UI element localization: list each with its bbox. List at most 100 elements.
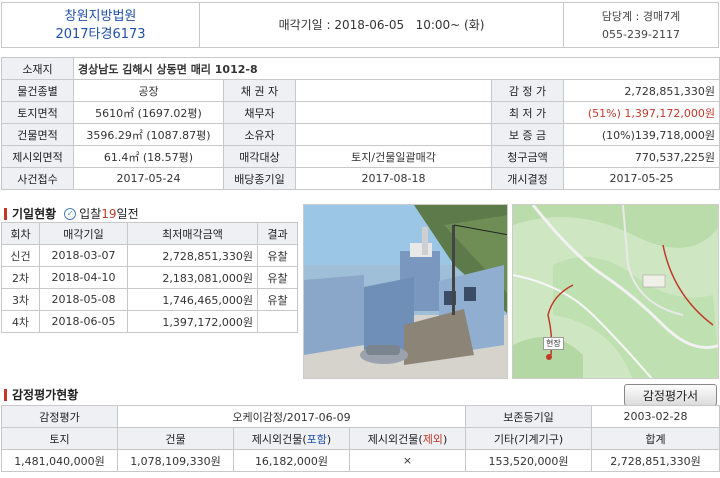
value-deposit: (10%)139,718,000원	[563, 123, 720, 146]
cell-result: 유찰	[257, 266, 298, 289]
address-label: 소재지	[1, 57, 74, 80]
cell-price: 1,397,172,000원	[127, 310, 258, 333]
extra-inc-word: 포함	[306, 432, 327, 446]
auction-history-table: 회차 매각기일 최저매각금액 결과 신건 2018-03-07 2,728,85…	[1, 222, 298, 333]
info-row: 건물면적 3596.29㎡ (1087.87평) 소유자 보 증 금 (10%)…	[1, 123, 720, 146]
value-land: 1,481,040,000원	[1, 449, 118, 472]
map-pin-label: 현장	[543, 337, 564, 350]
extra-inc-prefix: 제시외건물(	[251, 432, 307, 446]
header-extra-excluded: 제시외건물(제외)	[348, 427, 467, 450]
header-other: 기타(기계기구)	[465, 427, 593, 450]
value-appraiser: 오케이감정/2017-06-09	[116, 405, 467, 428]
cell-price: 1,746,465,000원	[127, 288, 258, 311]
extra-exc-prefix: 제시외건물(	[367, 432, 423, 446]
cell-date: 2018-05-08	[39, 288, 128, 311]
check-circle-icon: ✓	[64, 207, 77, 220]
table-row: 3차 2018-05-08 1,746,465,000원 유찰	[1, 288, 298, 311]
appraisal-info-row: 감정평가 오케이감정/2017-06-09 보존등기일 2003-02-28	[1, 405, 720, 428]
auction-date: 매각기일 : 2018-06-05 10:00~ (화)	[200, 3, 564, 47]
label-case-received: 사건접수	[1, 167, 74, 190]
location-map[interactable]: 현장	[512, 204, 719, 379]
phone-number: 055-239-2117	[602, 28, 680, 41]
header-min-price: 최저매각금액	[127, 222, 258, 245]
value-dividend-deadline: 2017-08-18	[295, 167, 492, 190]
section-marker	[4, 388, 7, 401]
cell-round: 4차	[1, 310, 40, 333]
info-row: 사건접수 2017-05-24 배당종기일 2017-08-18 개시결정 20…	[1, 167, 720, 190]
cell-date: 2018-04-10	[39, 266, 128, 289]
cell-date: 2018-06-05	[39, 310, 128, 333]
cell-date: 2018-03-07	[39, 244, 128, 267]
label-owner: 소유자	[223, 123, 296, 146]
header-extra-included: 제시외건물(포함)	[233, 427, 350, 450]
bid-countdown: ✓ 입찰 19 일전	[64, 205, 139, 222]
value-land-area: 5610㎡ (1697.02평)	[73, 101, 224, 124]
label-minimum-price: 최 저 가	[491, 101, 564, 124]
header-date: 매각기일	[39, 222, 128, 245]
appraisal-report-button[interactable]: 감정평가서	[624, 384, 717, 406]
case-number: 2017타경6173	[55, 27, 146, 42]
value-claim-amount: 770,537,225원	[563, 145, 720, 168]
history-section-title: 기일현황 ✓ 입찰 19 일전	[4, 205, 139, 222]
header-result: 결과	[257, 222, 298, 245]
label-extra-area: 제시외면적	[1, 145, 74, 168]
appraisal-values-row: 1,481,040,000원 1,078,109,330원 16,182,000…	[1, 449, 720, 472]
location-map-image	[513, 205, 718, 378]
case-header: 창원지방법원 2017타경6173 매각기일 : 2018-06-05 10:0…	[1, 2, 719, 48]
value-total: 2,728,851,330원	[591, 449, 720, 472]
contact-block: 담당계 : 경매7계 055-239-2117	[564, 3, 718, 47]
label-property-type: 물건종별	[1, 79, 74, 102]
cell-price: 2,728,851,330원	[127, 244, 258, 267]
value-appraised-price: 2,728,851,330원	[563, 79, 720, 102]
appraisal-header-row: 토지 건물 제시외건물(포함) 제시외건물(제외) 기타(기계기구) 합계	[1, 427, 720, 450]
value-property-type: 공장	[73, 79, 224, 102]
property-photo-image	[304, 205, 507, 378]
section-marker	[4, 207, 7, 220]
extra-exc-close: )	[442, 432, 448, 446]
value-minimum-price: (51%) 1,397,172,000원	[563, 101, 720, 124]
label-commencement: 개시결정	[491, 167, 564, 190]
value-case-received: 2017-05-24	[73, 167, 224, 190]
bid-suffix: 일전	[116, 207, 139, 221]
label-building-area: 건물면적	[1, 123, 74, 146]
court-block: 창원지방법원 2017타경6173	[2, 3, 200, 47]
address-row: 소재지 경상남도 김해시 상동면 매리 1012-8	[1, 57, 720, 80]
bid-prefix: 입찰	[79, 207, 102, 221]
label-appraiser: 감정평가	[1, 405, 118, 428]
value-building: 1,078,109,330원	[117, 449, 234, 472]
value-other: 153,520,000원	[465, 449, 593, 472]
cell-round: 3차	[1, 288, 40, 311]
value-extra-excluded: ×	[348, 449, 467, 472]
value-debtor	[295, 101, 492, 124]
cell-price: 2,183,081,000원	[127, 266, 258, 289]
extra-inc-close: )	[326, 432, 332, 446]
label-deposit: 보 증 금	[491, 123, 564, 146]
label-debtor: 채무자	[223, 101, 296, 124]
value-owner	[295, 123, 492, 146]
appraisal-section-title: 감정평가현황	[4, 386, 78, 403]
value-building-area: 3596.29㎡ (1087.87평)	[73, 123, 224, 146]
history-header-row: 회차 매각기일 최저매각금액 결과	[1, 222, 298, 245]
cell-result: 유찰	[257, 288, 298, 311]
court-name: 창원지방법원	[64, 9, 137, 24]
cell-result: 유찰	[257, 244, 298, 267]
extra-exc-word: 제외	[422, 432, 443, 446]
header-round: 회차	[1, 222, 40, 245]
label-land-area: 토지면적	[1, 101, 74, 124]
address-value: 경상남도 김해시 상동면 매리 1012-8	[73, 57, 720, 80]
label-registration-date: 보존등기일	[465, 405, 593, 428]
cell-round: 2차	[1, 266, 40, 289]
label-appraised-price: 감 정 가	[491, 79, 564, 102]
table-row: 4차 2018-06-05 1,397,172,000원	[1, 310, 298, 333]
table-row: 신건 2018-03-07 2,728,851,330원 유찰	[1, 244, 298, 267]
header-total: 합계	[591, 427, 720, 450]
location-pin-icon	[546, 354, 552, 360]
cell-round: 신건	[1, 244, 40, 267]
value-commencement: 2017-05-25	[563, 167, 720, 190]
department: 담당계 : 경매7계	[601, 10, 681, 23]
property-photo[interactable]	[303, 204, 508, 379]
label-dividend-deadline: 배당종기일	[223, 167, 296, 190]
header-building: 건물	[117, 427, 234, 450]
appraisal-title: 감정평가현황	[12, 388, 79, 402]
property-info-table: 소재지 경상남도 김해시 상동면 매리 1012-8 물건종별 공장 채 권 자…	[1, 57, 720, 190]
